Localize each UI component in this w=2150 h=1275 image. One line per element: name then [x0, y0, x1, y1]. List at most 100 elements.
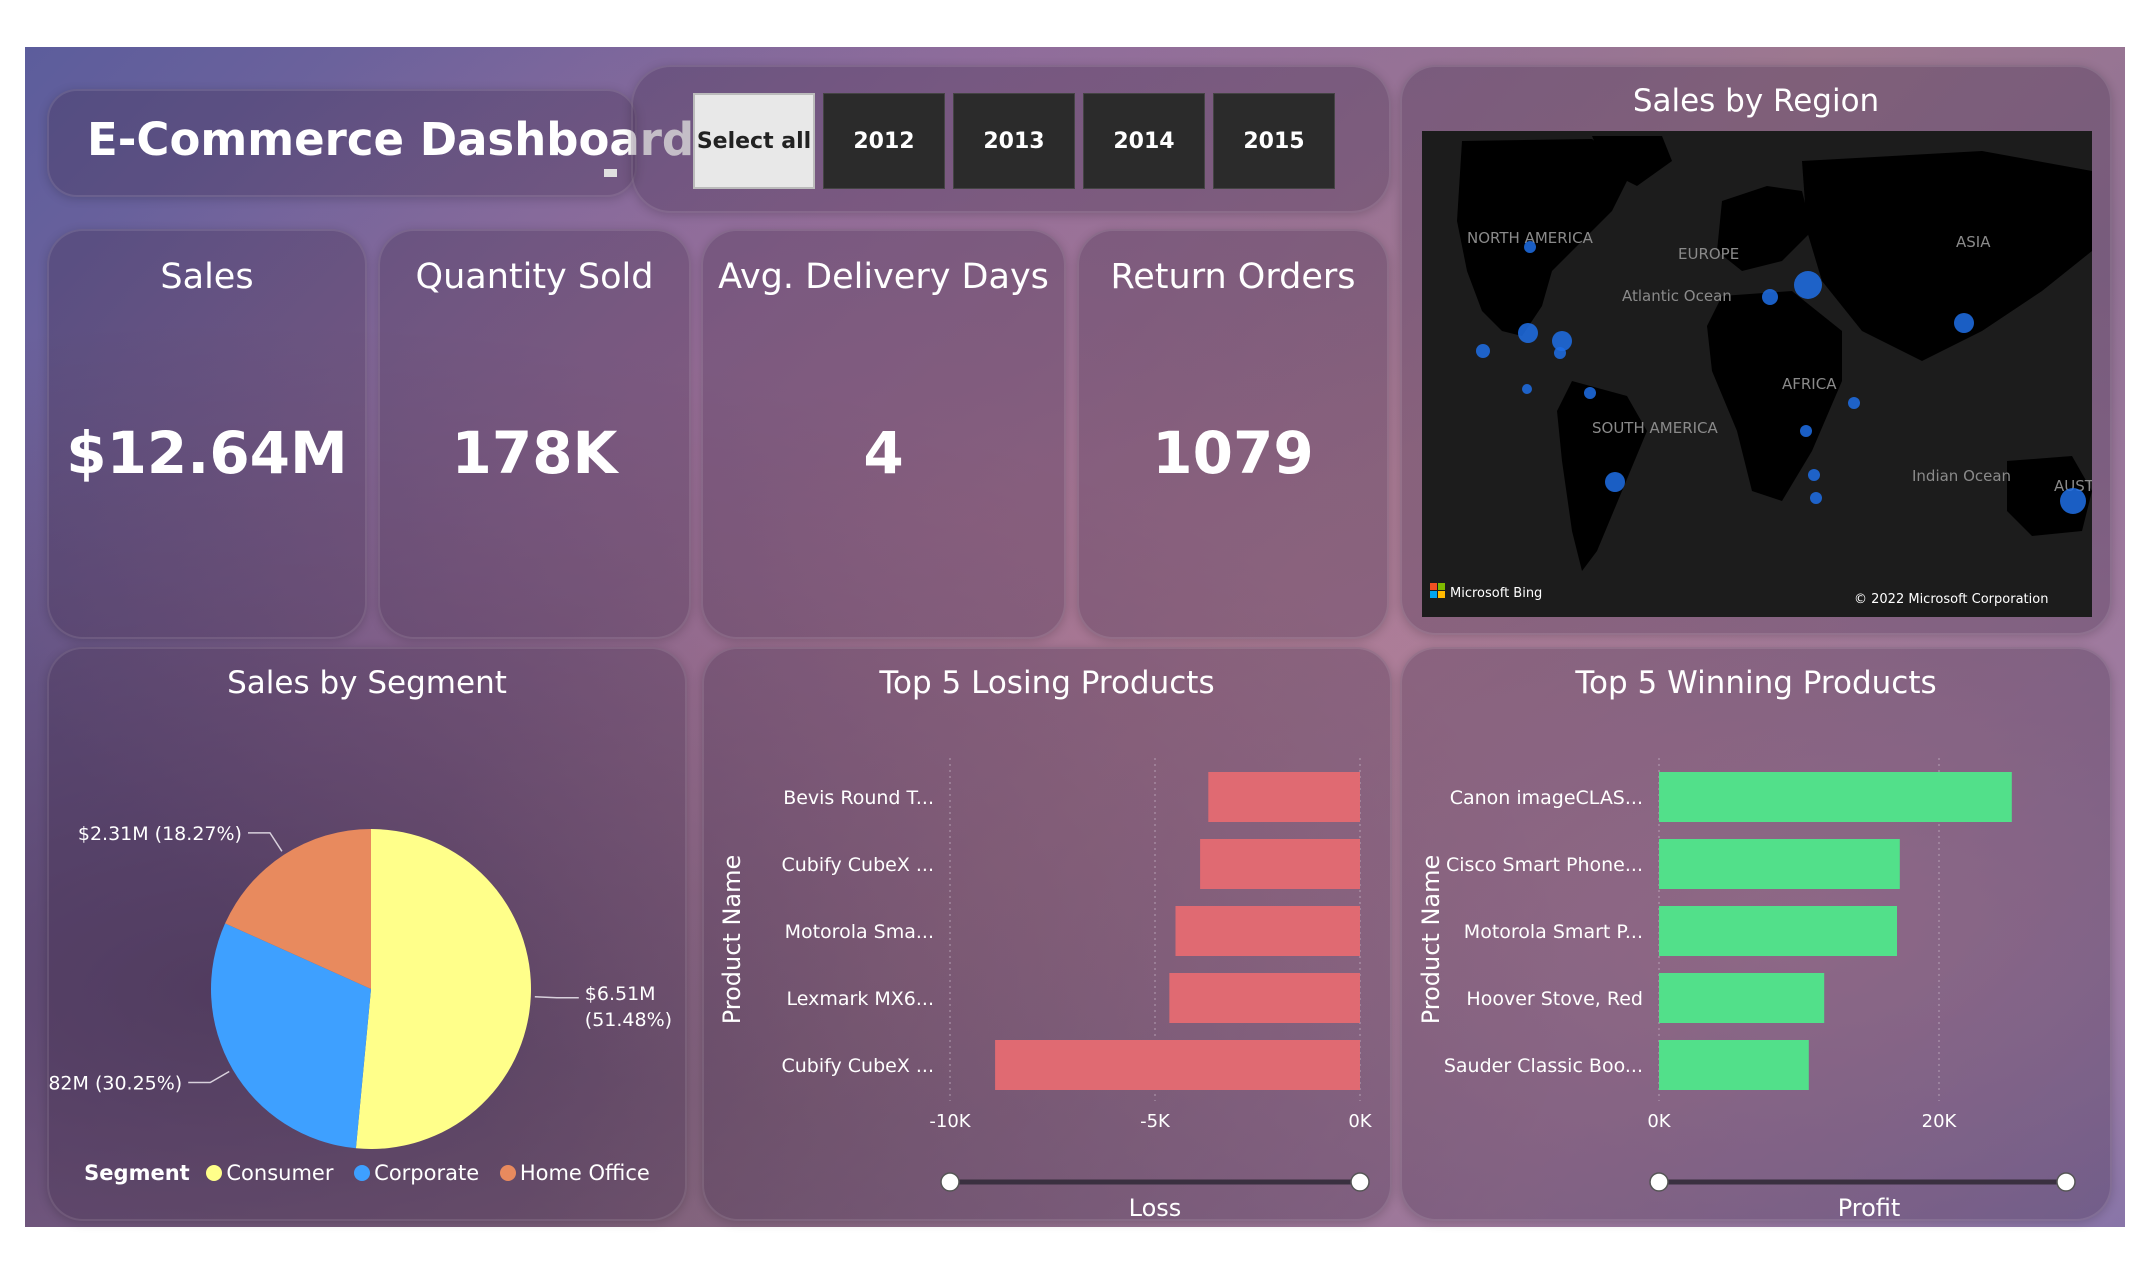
- africa-shape: [1707, 291, 1842, 501]
- slicer-2013-button[interactable]: 2013: [953, 93, 1075, 189]
- bar[interactable]: [995, 1040, 1360, 1090]
- map-bubble: [1794, 271, 1822, 299]
- losing-products-card: Top 5 Losing Products Product Name -10K -5…: [702, 647, 1392, 1221]
- pie-slice-consumer[interactable]: [355, 829, 531, 1149]
- pie-label-consumer: $6.51M (51.48%): [585, 983, 672, 1031]
- category-label: Sauder Classic Boo...: [1444, 1055, 1643, 1077]
- range-slider-min-handle[interactable]: [1649, 1172, 1669, 1192]
- kpi-value-sales: $12.64M: [66, 419, 348, 487]
- losing-bar-chart[interactable]: Product Name -10K -5K 0K Bevis Round T... Cub…: [704, 719, 1394, 1219]
- map-bubble: [1518, 323, 1538, 343]
- bar[interactable]: [1200, 839, 1360, 889]
- category-label: Bevis Round T...: [783, 787, 934, 809]
- legend-dot-home-office: [499, 1165, 516, 1181]
- winning-bar-chart[interactable]: Product Name 0K 20K Canon imageCLAS... Cisco…: [1402, 719, 2114, 1219]
- category-label: Motorola Sma...: [785, 921, 934, 943]
- map-bubble: [2060, 488, 2086, 514]
- slicer-2012-button[interactable]: 2012: [823, 93, 945, 189]
- pie-leader-line: [247, 832, 283, 852]
- slicer-select-all-button[interactable]: Select all: [693, 93, 815, 189]
- south-america-shape: [1557, 381, 1647, 571]
- bing-attribution: Microsoft Bing: [1450, 586, 1542, 601]
- bar[interactable]: [1659, 973, 1825, 1023]
- kpi-label-sales: Sales: [160, 257, 254, 297]
- category-label: Cubify CubeX ...: [781, 1055, 934, 1077]
- legend-label-consumer[interactable]: Consumer: [226, 1161, 333, 1185]
- asia-shape: [1802, 151, 2092, 361]
- continents: [1457, 136, 2092, 571]
- x-tick-label: 20K: [1922, 1111, 1958, 1132]
- legend-label-corporate[interactable]: Corporate: [374, 1161, 479, 1185]
- x-tick-label: 0K: [1647, 1111, 1671, 1132]
- x-tick-label: -5K: [1140, 1111, 1171, 1132]
- x-axis-title: Loss: [1129, 1194, 1182, 1219]
- map-bubble: [1524, 241, 1536, 253]
- map-bubble: [1522, 384, 1532, 394]
- x-tick-label: 0K: [1348, 1111, 1372, 1132]
- pie-leader-line: [534, 995, 579, 999]
- kpi-value-quantity: 178K: [451, 419, 618, 487]
- map-label-indian-ocean: Indian Ocean: [1912, 467, 2011, 485]
- legend-dot-corporate: [354, 1165, 371, 1181]
- category-label: Lexmark MX6...: [787, 988, 934, 1010]
- legend-dot-consumer: [206, 1165, 223, 1181]
- range-slider-min-handle[interactable]: [940, 1172, 960, 1192]
- category-label: Motorola Smart P...: [1464, 921, 1643, 943]
- winning-chart-title: Top 5 Winning Products: [1575, 665, 1937, 701]
- map-bubble: [1762, 289, 1778, 305]
- segment-legend: Segment Consumer Corporate Home Office: [49, 1161, 685, 1185]
- bar[interactable]: [1659, 772, 2012, 822]
- x-tick-label: -10K: [929, 1111, 971, 1132]
- map-label-africa: AFRICA: [1782, 375, 1837, 393]
- kpi-card-quantity: Quantity Sold 178K: [378, 229, 691, 639]
- bar[interactable]: [1659, 906, 1897, 956]
- kpi-label-quantity: Quantity Sold: [415, 257, 654, 297]
- map-label-south-america: SOUTH AMERICA: [1592, 419, 1719, 437]
- map-bubble: [1584, 387, 1596, 399]
- kpi-card-sales: Sales $12.64M: [47, 229, 367, 639]
- y-axis-title: Product Name: [1417, 855, 1445, 1025]
- range-slider-max-handle[interactable]: [1350, 1172, 1370, 1192]
- title-card: E-Commerce Dashboard: [47, 89, 694, 197]
- map-bubble: [1476, 344, 1490, 358]
- x-axis-title: Profit: [1838, 1194, 1901, 1219]
- segment-chart-title: Sales by Segment: [227, 665, 507, 701]
- bar[interactable]: [1659, 839, 1900, 889]
- bar[interactable]: [1175, 906, 1361, 956]
- map-label-europe: EUROPE: [1678, 245, 1739, 263]
- legend-label-home-office[interactable]: Home Office: [520, 1161, 650, 1185]
- map-bubble: [1848, 397, 1860, 409]
- map-bubble: [1808, 469, 1820, 481]
- map-bubble: [1554, 347, 1566, 359]
- pie-label-corporate: $3.82M (30.25%): [49, 1073, 182, 1095]
- bar[interactable]: [1659, 1040, 1809, 1090]
- map-bubble: [1605, 472, 1625, 492]
- category-label: Cisco Smart Phone...: [1446, 854, 1643, 876]
- kpi-value-returns: 1079: [1152, 419, 1314, 487]
- legend-title: Segment: [84, 1161, 190, 1185]
- page-title: E-Commerce Dashboard: [87, 113, 695, 166]
- map-title: Sales by Region: [1632, 83, 1880, 119]
- kpi-card-returns: Return Orders 1079: [1077, 229, 1389, 639]
- category-label: Hoover Stove, Red: [1466, 988, 1643, 1010]
- slicer-2015-button[interactable]: 2015: [1213, 93, 1335, 189]
- range-slider-max-handle[interactable]: [2056, 1172, 2076, 1192]
- kpi-value-delivery: 4: [863, 419, 904, 487]
- kpi-card-delivery: Avg. Delivery Days 4: [701, 229, 1066, 639]
- category-label: Cubify CubeX ...: [781, 854, 934, 876]
- segment-card: Sales by Segment $6.51M(51.48%) $3.82M (3…: [47, 647, 687, 1221]
- pie-leader-line: [188, 1070, 230, 1084]
- bar[interactable]: [1208, 772, 1360, 822]
- world-map[interactable]: NORTH AMERICA EUROPE ASIA Atlantic Ocean…: [1422, 131, 2092, 617]
- resize-handle-icon: [604, 169, 617, 177]
- map-label-atlantic: Atlantic Ocean: [1622, 287, 1732, 305]
- pie-chart[interactable]: $6.51M(51.48%) $3.82M (30.25%) $2.31M (18.…: [49, 719, 689, 1159]
- losing-chart-title: Top 5 Losing Products: [879, 665, 1215, 701]
- pie-label-home-office: $2.31M (18.27%): [78, 823, 242, 845]
- slicer-2014-button[interactable]: 2014: [1083, 93, 1205, 189]
- bing-logo-icon: [1430, 583, 1445, 598]
- map-bubble: [1810, 492, 1822, 504]
- kpi-label-delivery: Avg. Delivery Days: [718, 257, 1049, 297]
- bar[interactable]: [1169, 973, 1360, 1023]
- dashboard-canvas: E-Commerce Dashboard Select all 2012 201…: [25, 47, 2125, 1227]
